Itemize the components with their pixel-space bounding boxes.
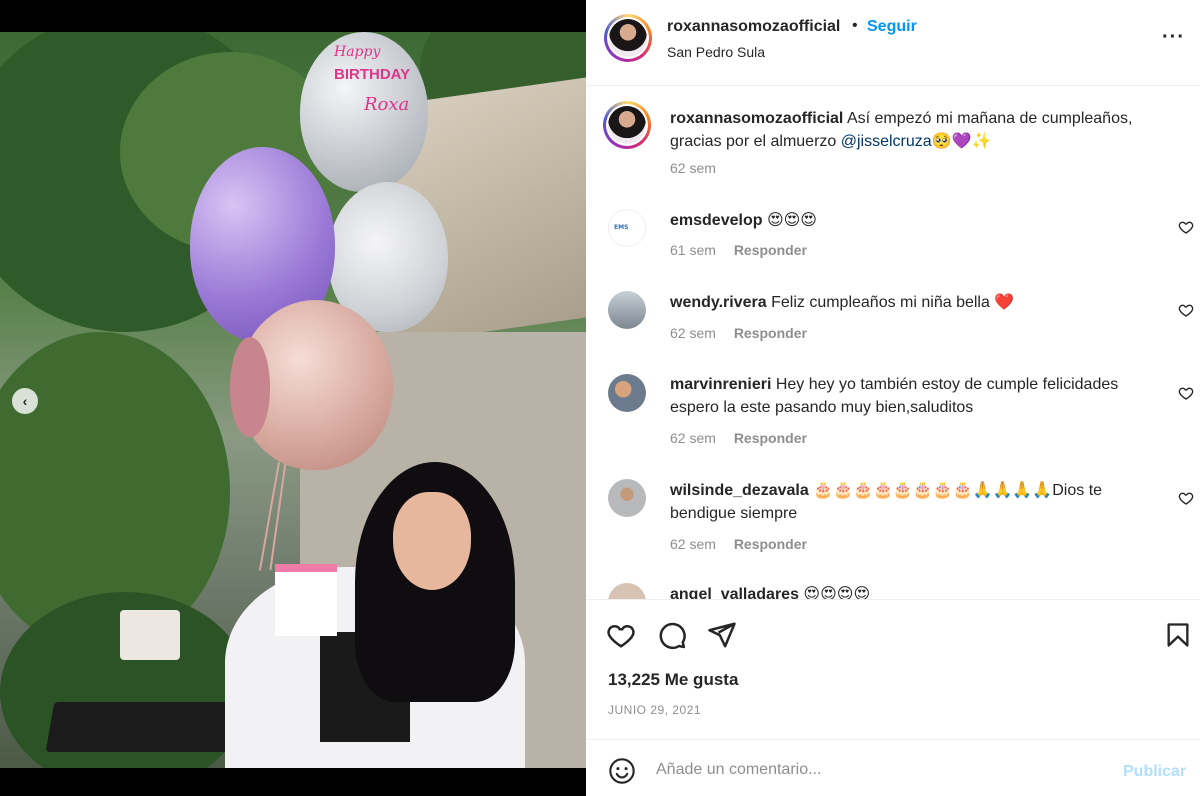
- comment-text: marvinrenieri Hey hey yo también estoy d…: [670, 373, 1170, 419]
- comment-username[interactable]: emsdevelop: [670, 212, 762, 229]
- share-icon[interactable]: [707, 620, 737, 650]
- comment-text: emsdevelop 😍😍😍: [670, 209, 1170, 232]
- reply-button[interactable]: Responder: [734, 325, 807, 341]
- caption-text: roxannasomozaofficial Así empezó mi maña…: [670, 107, 1175, 153]
- balloon-text: BIRTHDAY: [334, 66, 411, 83]
- commenter-avatar[interactable]: [608, 583, 646, 599]
- add-comment-bar: Publicar: [586, 739, 1200, 796]
- caption-avatar[interactable]: [603, 101, 651, 149]
- emoji-icon[interactable]: [608, 757, 636, 785]
- post-header: roxannasomozaofficial • Seguir San Pedro…: [586, 0, 1200, 86]
- heart-icon[interactable]: [1178, 385, 1194, 401]
- caption-username[interactable]: roxannasomozaofficial: [670, 110, 843, 127]
- post-sidebar: roxannasomozaofficial • Seguir San Pedro…: [586, 0, 1200, 796]
- comment-text: angel_valladares 😍😍😍😍: [670, 583, 1170, 599]
- separator-dot: •: [852, 17, 858, 34]
- comment-body: 😍😍😍: [766, 212, 817, 229]
- publish-button[interactable]: Publicar: [1123, 763, 1186, 781]
- person-face: [393, 492, 471, 590]
- comment-username[interactable]: angel_valladares: [670, 586, 799, 599]
- commenter-avatar[interactable]: [608, 479, 646, 517]
- post-photo[interactable]: Happy BIRTHDAY Roxa: [0, 32, 586, 768]
- commenter-avatar[interactable]: EMS: [608, 209, 646, 247]
- author-username[interactable]: roxannasomozaofficial: [667, 18, 840, 36]
- post-date: JUNIO 29, 2021: [608, 703, 702, 717]
- save-icon[interactable]: [1164, 620, 1192, 650]
- comment-time: 61 sem: [670, 242, 716, 258]
- comments-list[interactable]: roxannasomozaofficial Así empezó mi maña…: [586, 87, 1200, 599]
- balloon-silver-birthday: Happy BIRTHDAY Roxa: [300, 32, 428, 192]
- heart-icon[interactable]: [606, 620, 636, 650]
- commenter-avatar[interactable]: [608, 374, 646, 412]
- balloon-text: Happy: [334, 44, 381, 60]
- plant-pot: [120, 610, 180, 660]
- comment-meta: 62 sem Responder: [670, 430, 807, 446]
- emsdevelop-logo: EMS: [614, 224, 629, 231]
- caption-mention[interactable]: @jisselcruza: [841, 133, 932, 150]
- author-avatar[interactable]: [604, 14, 652, 62]
- comment-text: wilsinde_dezavala 🎂🎂🎂🎂🎂🎂🎂🎂🙏🙏🙏🙏Dios te be…: [670, 479, 1170, 525]
- reply-button[interactable]: Responder: [734, 536, 807, 552]
- more-options-icon[interactable]: ···: [1162, 26, 1185, 49]
- comment-body: 😍😍😍😍: [803, 586, 871, 599]
- comment-meta: 62 sem Responder: [670, 325, 807, 341]
- commenter-avatar[interactable]: [608, 291, 646, 329]
- heart-icon[interactable]: [1178, 490, 1194, 506]
- comment-username[interactable]: wendy.rivera: [670, 294, 767, 311]
- heart-icon[interactable]: [1178, 219, 1194, 235]
- carousel-prev-button[interactable]: ‹: [12, 388, 38, 414]
- follow-button[interactable]: Seguir: [867, 18, 917, 36]
- caption-time: 62 sem: [670, 160, 716, 176]
- comment-username[interactable]: wilsinde_dezavala: [670, 482, 809, 499]
- balloon-pink: [230, 337, 270, 437]
- comment-username[interactable]: marvinrenieri: [670, 376, 771, 393]
- heart-icon[interactable]: [1178, 302, 1194, 318]
- chevron-left-icon: ‹: [22, 393, 28, 409]
- comment-meta: 61 sem Responder: [670, 242, 807, 258]
- post-actions: 13,225 Me gusta JUNIO 29, 2021: [586, 599, 1200, 739]
- likes-count[interactable]: 13,225 Me gusta: [608, 670, 738, 690]
- caption-emojis: 🥺💜✨: [931, 133, 992, 150]
- photo-pane: Happy BIRTHDAY Roxa ‹: [0, 0, 586, 796]
- comment-icon[interactable]: [657, 620, 687, 650]
- comment-meta: 62 sem Responder: [670, 536, 807, 552]
- gift-box: [275, 564, 337, 636]
- comment-text: wendy.rivera Feliz cumpleaños mi niña be…: [670, 291, 1170, 314]
- balloon-text: Roxa: [364, 94, 410, 115]
- comment-time: 62 sem: [670, 430, 716, 446]
- reply-button[interactable]: Responder: [734, 242, 807, 258]
- comment-time: 62 sem: [670, 325, 716, 341]
- table: [45, 702, 245, 752]
- comment-input[interactable]: [656, 757, 1096, 783]
- post-location[interactable]: San Pedro Sula: [667, 44, 765, 60]
- comment-body: Feliz cumpleaños mi niña bella ❤️: [771, 294, 1015, 311]
- reply-button[interactable]: Responder: [734, 430, 807, 446]
- comment-time: 62 sem: [670, 536, 716, 552]
